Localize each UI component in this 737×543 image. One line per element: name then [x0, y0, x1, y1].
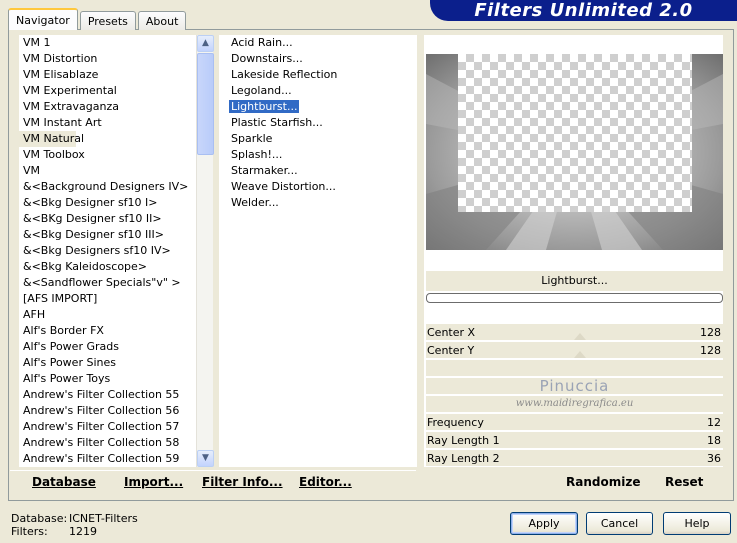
category-item[interactable]: &<Sandflower Specials"v" > — [19, 275, 196, 291]
filter-item-label: Lightburst... — [229, 100, 300, 113]
category-item[interactable]: Andrew's Filter Collection 55 — [19, 387, 196, 403]
chevron-down-icon: ▼ — [202, 453, 209, 463]
category-item[interactable]: &<Bkg Designer sf10 I> — [19, 195, 196, 211]
watermark-name: Pinuccia — [539, 377, 610, 395]
filter-item[interactable]: Legoland... — [227, 83, 417, 99]
filter-item[interactable]: Welder... — [227, 195, 417, 211]
slider-value: 36 — [707, 451, 721, 465]
slider-thumb[interactable] — [574, 333, 586, 340]
filter-item-label: Weave Distortion... — [231, 180, 336, 193]
slider-label: Frequency — [427, 415, 484, 429]
app-title-banner: Filters Unlimited 2.0 — [430, 0, 737, 21]
category-item[interactable]: Alf's Border FX — [19, 323, 196, 339]
filter-list[interactable]: Acid Rain... Downstairs... Lakeside Reflec… — [219, 35, 417, 467]
progress-bar — [426, 293, 723, 303]
slider-value: 18 — [707, 433, 721, 447]
empty-slot — [426, 360, 723, 377]
category-item[interactable]: VM Distortion — [19, 51, 196, 67]
category-item[interactable]: &<Background Designers IV> — [19, 179, 196, 195]
database-info: Database: ICNET-Filters — [11, 512, 138, 525]
slider-ray-length-1[interactable]: Ray Length 1 18 — [426, 432, 723, 449]
chevron-up-icon: ▲ — [202, 38, 209, 48]
database-button[interactable]: Database — [32, 471, 96, 493]
slider-ray-length-2[interactable]: Ray Length 2 36 — [426, 450, 723, 467]
filter-item-label: Sparkle — [231, 132, 273, 145]
category-item[interactable]: VM Toolbox — [19, 147, 196, 163]
preview-filter-name: Lightburst... — [426, 271, 723, 291]
category-item[interactable]: VM Natural — [19, 131, 84, 147]
category-item[interactable]: VM Experimental — [19, 83, 196, 99]
filter-item-label: Downstairs... — [231, 52, 303, 65]
transparency-checker — [458, 54, 692, 212]
filter-item-label: Welder... — [231, 196, 279, 209]
tab-presets[interactable]: Presets — [79, 11, 136, 30]
category-item[interactable]: Andrew's Filter Collection 59 — [19, 451, 196, 467]
watermark-url: www.maidiregrafica.eu — [515, 398, 634, 409]
editor-button[interactable]: Editor... — [299, 471, 352, 493]
category-item[interactable]: Andrew's Filter Collection 58 — [19, 435, 196, 451]
reset-button[interactable]: Reset — [665, 471, 703, 493]
tab-about[interactable]: About — [137, 11, 187, 30]
scroll-down-button[interactable]: ▼ — [197, 450, 214, 467]
randomize-button[interactable]: Randomize — [566, 471, 640, 493]
category-item[interactable]: Andrew's Filter Collection 57 — [19, 419, 196, 435]
category-item[interactable]: &<Bkg Kaleidoscope> — [19, 259, 196, 275]
filter-item-label: Legoland... — [231, 84, 292, 97]
filter-item[interactable]: Sparkle — [227, 131, 417, 147]
filter-item-label: Acid Rain... — [231, 36, 293, 49]
help-button[interactable]: Help — [663, 512, 731, 535]
apply-button[interactable]: Apply — [510, 512, 578, 535]
slider-label: Ray Length 1 — [427, 433, 500, 447]
filter-item[interactable]: Weave Distortion... — [227, 179, 417, 195]
category-scrollbar[interactable]: ▲ ▼ — [196, 35, 214, 467]
filter-item[interactable]: Acid Rain... — [227, 35, 417, 51]
category-item[interactable]: [AFS IMPORT] — [19, 291, 196, 307]
category-item[interactable]: VM Instant Art — [19, 115, 196, 131]
filters-count: Filters: 1219 — [11, 525, 97, 538]
category-item[interactable]: VM — [19, 163, 196, 179]
filter-item-label: Starmaker... — [231, 164, 298, 177]
scroll-thumb[interactable] — [197, 53, 214, 155]
filter-item[interactable]: Starmaker... — [227, 163, 417, 179]
category-item[interactable]: &<BKg Designer sf10 II> — [19, 211, 196, 227]
category-item[interactable]: VM 1 — [19, 35, 196, 51]
slider-label: Center X — [427, 325, 476, 339]
category-item[interactable]: &<Bkg Designer sf10 III> — [19, 227, 196, 243]
import-button[interactable]: Import... — [124, 471, 183, 493]
tab-bar: Navigator Presets About — [8, 8, 188, 30]
category-item[interactable]: VM Elisablaze — [19, 67, 196, 83]
filter-info-button[interactable]: Filter Info... — [202, 471, 283, 493]
filter-item[interactable]: Lightburst... — [227, 99, 417, 115]
filter-item[interactable]: Plastic Starfish... — [227, 115, 417, 131]
category-item[interactable]: Alf's Power Toys — [19, 371, 196, 387]
filter-item[interactable]: Downstairs... — [227, 51, 417, 67]
slider-thumb[interactable] — [574, 351, 586, 358]
scroll-up-button[interactable]: ▲ — [197, 35, 214, 52]
category-list[interactable]: VM 1 VM Distortion VM Elisablaze VM Experim… — [19, 35, 196, 467]
filter-item-label: Lakeside Reflection — [231, 68, 338, 81]
filter-item[interactable]: Lakeside Reflection — [227, 67, 417, 83]
slider-label: Ray Length 2 — [427, 451, 500, 465]
slider-value: 128 — [700, 343, 721, 357]
tab-navigator[interactable]: Navigator — [8, 8, 78, 30]
filter-item-label: Plastic Starfish... — [231, 116, 323, 129]
cancel-button[interactable]: Cancel — [586, 512, 653, 535]
filter-item-label: Splash!... — [231, 148, 283, 161]
category-item[interactable]: Alf's Power Sines — [19, 355, 196, 371]
category-item[interactable]: &<Bkg Designers sf10 IV> — [19, 243, 196, 259]
category-item[interactable]: VM Extravaganza — [19, 99, 196, 115]
slider-frequency[interactable]: Frequency 12 — [426, 414, 723, 431]
slider-center-x[interactable]: Center X 128 — [426, 324, 723, 341]
category-item[interactable]: Alf's Power Grads — [19, 339, 196, 355]
category-item[interactable]: Andrew's Filter Collection 56 — [19, 403, 196, 419]
slider-value: 128 — [700, 325, 721, 339]
slider-label: Center Y — [427, 343, 475, 357]
category-item[interactable]: AFH — [19, 307, 196, 323]
slider-value: 12 — [707, 415, 721, 429]
slider-center-y[interactable]: Center Y 128 — [426, 342, 723, 359]
filter-item[interactable]: Splash!... — [227, 147, 417, 163]
